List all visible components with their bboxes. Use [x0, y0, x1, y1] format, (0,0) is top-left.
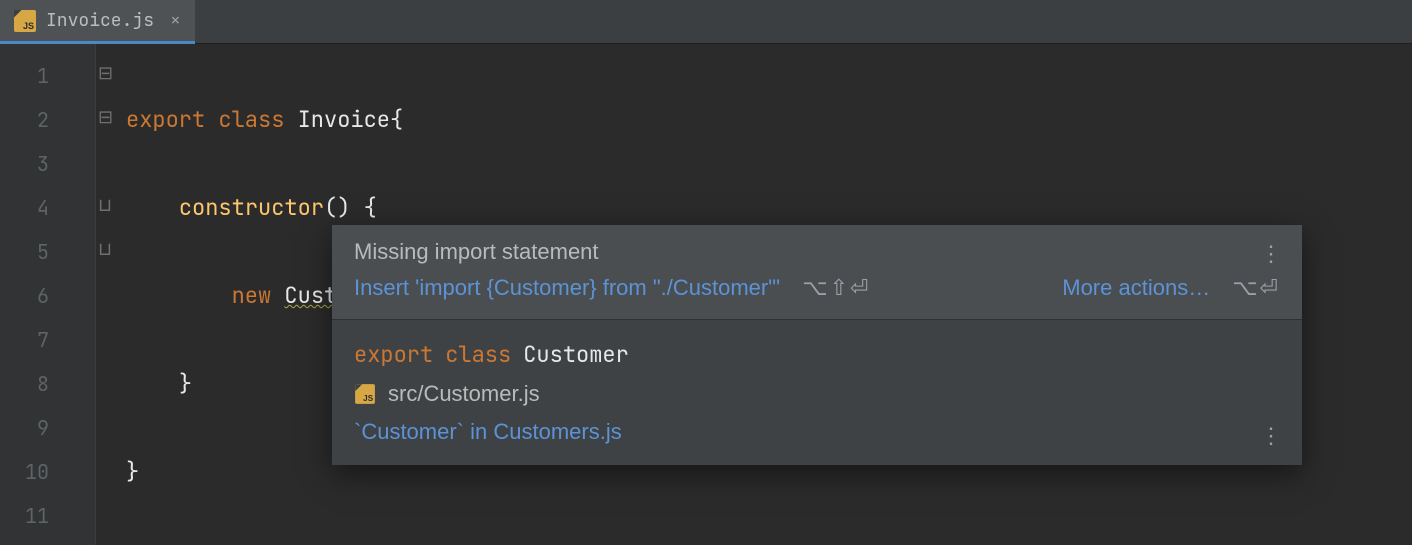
- popup-details: export class Customer JS src/Customer.js…: [332, 319, 1302, 465]
- file-location-row[interactable]: JS src/Customer.js: [354, 375, 1280, 413]
- fold-marker-icon[interactable]: ⊟: [98, 62, 113, 85]
- line-number: 4: [0, 186, 49, 230]
- line-number: 11: [0, 494, 49, 538]
- tab-filename: Invoice.js: [46, 9, 154, 32]
- keyword: new: [232, 281, 285, 310]
- file-path: src/Customer.js: [388, 381, 540, 407]
- class-name: Customer: [523, 340, 629, 369]
- punct: () {: [324, 193, 377, 222]
- shortcut-hint: ⌥⏎: [1232, 275, 1280, 301]
- alternate-location-link[interactable]: `Customer` in Customers.js: [354, 419, 622, 445]
- punct: }: [126, 457, 139, 486]
- class-name: Invoice: [298, 105, 390, 134]
- js-file-icon: JS: [355, 384, 375, 404]
- keyword: export: [354, 340, 433, 369]
- code-editor: JS Invoice.js × 1 2 3 4 5 6 7 8 9 10 11 …: [0, 0, 1412, 545]
- line-number: 10: [0, 450, 49, 494]
- fold-end-icon[interactable]: ⊔: [98, 238, 112, 261]
- line-number-gutter: 1 2 3 4 5 6 7 8 9 10 11: [0, 44, 96, 545]
- close-tab-icon[interactable]: ×: [170, 9, 181, 32]
- punct: {: [390, 105, 403, 134]
- more-menu-icon[interactable]: ⋮: [1260, 423, 1282, 449]
- line-number: 9: [0, 406, 49, 450]
- keyword: class: [218, 105, 297, 134]
- intention-popup: ⋮ Missing import statement Insert 'impor…: [332, 225, 1302, 465]
- line-number: 2: [0, 98, 49, 142]
- punct: }: [179, 369, 192, 398]
- insert-import-action[interactable]: Insert 'import {Customer} from "./Custom…: [354, 275, 780, 301]
- js-file-icon: JS: [14, 10, 36, 32]
- fold-marker-icon[interactable]: ⊟: [98, 106, 113, 129]
- line-number: 8: [0, 362, 49, 406]
- tab-bar: JS Invoice.js ×: [0, 0, 1412, 44]
- method-name: constructor: [179, 193, 324, 222]
- editor-tab-invoice[interactable]: JS Invoice.js ×: [0, 0, 195, 44]
- line-number: 5: [0, 230, 49, 274]
- line-number: 1: [0, 54, 49, 98]
- line-number: 6: [0, 274, 49, 318]
- fold-end-icon[interactable]: ⊔: [98, 194, 112, 217]
- line-number: 7: [0, 318, 49, 362]
- line-number: 3: [0, 142, 49, 186]
- popup-header: Missing import statement Insert 'import …: [332, 225, 1302, 319]
- popup-title: Missing import statement: [354, 239, 1280, 265]
- keyword: class: [445, 340, 511, 369]
- shortcut-hint: ⌥⇧⏎: [802, 275, 870, 301]
- more-actions-link[interactable]: More actions…: [1062, 275, 1210, 301]
- keyword: export: [126, 105, 218, 134]
- editor-body: 1 2 3 4 5 6 7 8 9 10 11 ⊟ ⊟ ⊔ ⊔ export c…: [0, 44, 1412, 545]
- more-menu-icon[interactable]: ⋮: [1260, 241, 1282, 267]
